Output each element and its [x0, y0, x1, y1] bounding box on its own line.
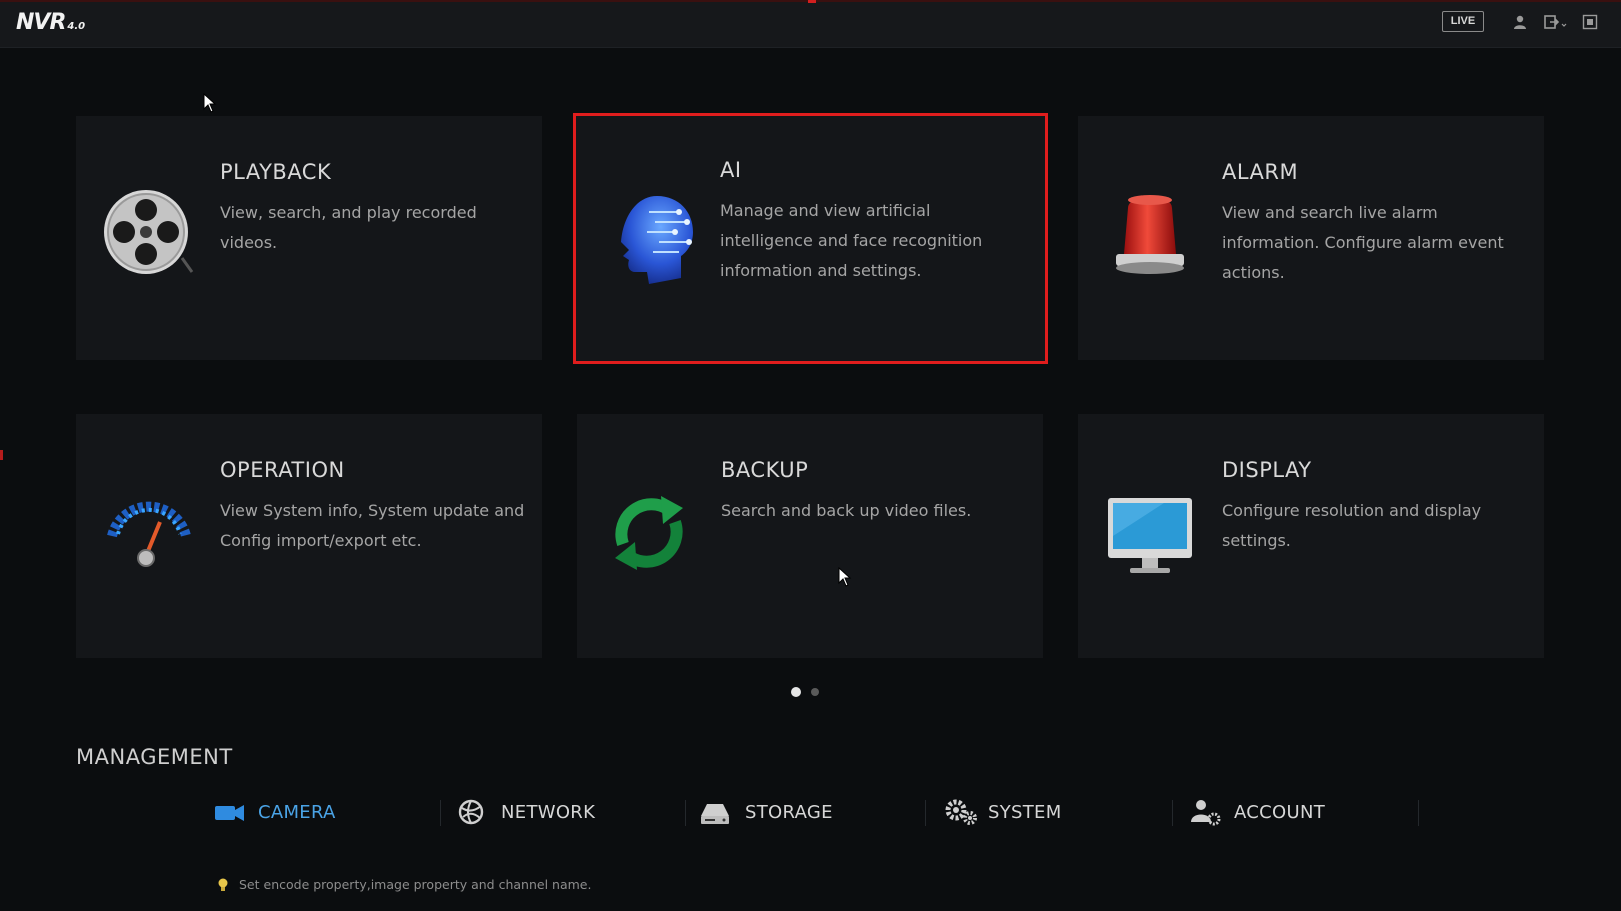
management-label: ACCOUNT: [1234, 801, 1326, 823]
globe-icon: [457, 798, 489, 826]
user-icon[interactable]: [1512, 14, 1528, 30]
monitor-icon: [1104, 486, 1196, 578]
nvr-logo: NVR 4.0: [16, 10, 85, 35]
separator: [925, 800, 926, 826]
tile-title: PLAYBACK: [220, 160, 332, 184]
management-network[interactable]: NETWORK: [457, 796, 595, 828]
live-button[interactable]: LIVE: [1442, 11, 1484, 32]
management-label: NETWORK: [501, 801, 596, 823]
refresh-icon: [603, 486, 695, 578]
tile-description: View System info, System update and Conf…: [220, 501, 525, 550]
gauge-icon: [102, 486, 194, 578]
tile-description: View and search live alarm information. …: [1222, 203, 1504, 282]
tile-display[interactable]: DISPLAY Configure resolution and display…: [1078, 414, 1544, 658]
tile-playback[interactable]: PLAYBACK View, search, and play recorded…: [76, 116, 542, 360]
management-label: STORAGE: [745, 801, 833, 823]
gears-icon: [944, 798, 977, 826]
separator: [685, 800, 686, 826]
left-edge-marker: [0, 450, 3, 460]
top-bar: NVR 4.0 LIVE: [0, 0, 1621, 48]
tile-operation[interactable]: OPERATION View System info, System updat…: [76, 414, 542, 658]
mouse-cursor-icon: [203, 92, 217, 113]
tile-title: BACKUP: [721, 458, 809, 482]
hdd-icon: [701, 798, 733, 826]
management-camera[interactable]: CAMERA: [214, 796, 336, 828]
page-dot-active[interactable]: [791, 687, 801, 697]
separator: [440, 800, 441, 826]
logout-icon[interactable]: [1544, 14, 1568, 30]
management-title: MANAGEMENT: [76, 745, 233, 769]
management-storage[interactable]: STORAGE: [701, 796, 833, 828]
management-hint: Set encode property,image property and c…: [217, 877, 591, 892]
camera-icon: [214, 798, 246, 826]
page-dot[interactable]: [811, 688, 819, 696]
tile-description: Configure resolution and display setting…: [1222, 501, 1482, 550]
hint-text: Set encode property,image property and c…: [239, 877, 592, 892]
fullscreen-icon[interactable]: [1582, 14, 1598, 30]
top-accent-mark: [808, 0, 816, 3]
logo-text: NVR: [16, 10, 66, 35]
management-label: CAMERA: [258, 801, 336, 823]
tile-description: Search and back up video files.: [721, 501, 972, 520]
management-label: SYSTEM: [988, 801, 1062, 823]
film-reel-icon: [102, 188, 194, 280]
ai-head-icon: [609, 192, 701, 284]
alarm-light-icon: [1104, 188, 1196, 280]
tile-description: Manage and view artificial intelligence …: [720, 201, 983, 280]
tile-title: OPERATION: [220, 458, 345, 482]
separator: [1172, 800, 1173, 826]
tile-alarm[interactable]: ALARM View and search live alarm informa…: [1078, 116, 1544, 360]
logo-version: 4.0: [67, 21, 86, 32]
tile-title: AI: [720, 158, 742, 182]
user-settings-icon: [1190, 798, 1222, 826]
separator: [1418, 800, 1419, 826]
tile-backup[interactable]: BACKUP Search and back up video files.: [577, 414, 1043, 658]
management-system[interactable]: SYSTEM: [944, 796, 1062, 828]
management-account[interactable]: ACCOUNT: [1190, 796, 1325, 828]
tile-title: ALARM: [1222, 160, 1299, 184]
tile-description: View, search, and play recorded videos.: [220, 203, 477, 252]
lightbulb-icon: [217, 878, 229, 892]
tile-ai[interactable]: AI Manage and view artificial intelligen…: [573, 113, 1048, 364]
mouse-cursor-icon: [838, 566, 852, 587]
tile-title: DISPLAY: [1222, 458, 1312, 482]
